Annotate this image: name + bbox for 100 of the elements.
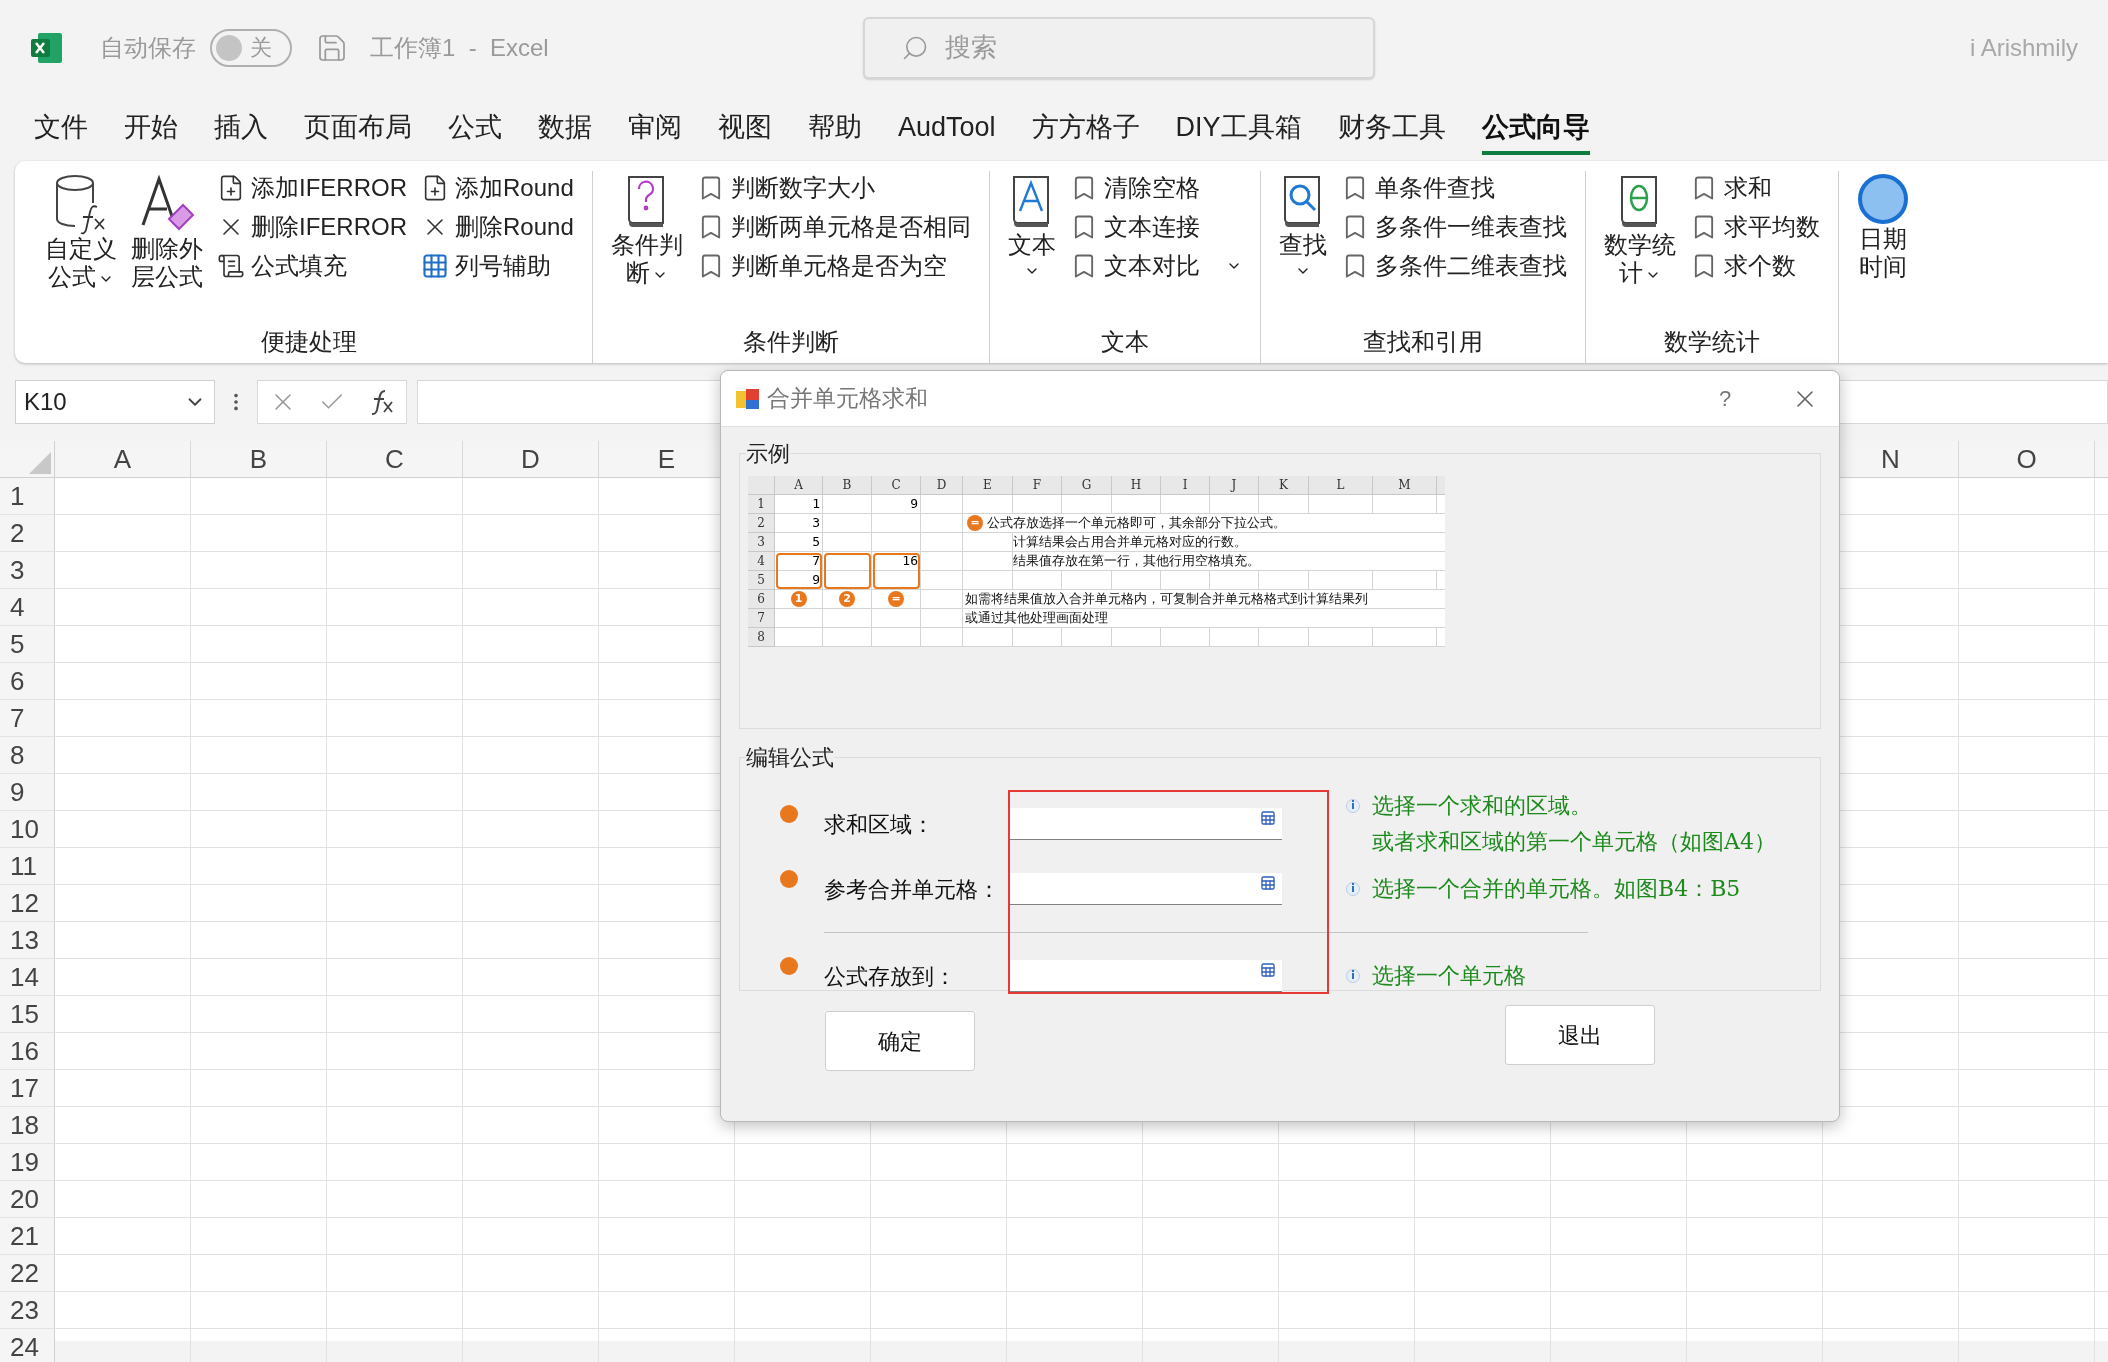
row-header[interactable]: 2: [0, 515, 55, 551]
row-header[interactable]: 1: [0, 478, 55, 514]
grid-cell: [963, 571, 1013, 590]
ribbon-button[interactable]: 文本连接: [1069, 212, 1242, 241]
menu-tab[interactable]: 公式向导: [1481, 107, 1590, 155]
ribbon-large-button[interactable]: 日期 时间: [1856, 171, 1909, 363]
ribbon-button[interactable]: 求平均数: [1689, 212, 1820, 241]
ribbon-button[interactable]: 删除IFERROR: [217, 212, 407, 241]
row-header[interactable]: 23: [0, 1292, 55, 1328]
row-header[interactable]: 22: [0, 1255, 55, 1291]
ribbon-large-button[interactable]: 文本: [1007, 171, 1056, 327]
menu-tab[interactable]: AudTool: [898, 107, 996, 155]
row-header[interactable]: 9: [0, 774, 55, 810]
grid-cell: [1062, 495, 1112, 514]
input-field[interactable]: [1010, 808, 1282, 840]
row-header[interactable]: 18: [0, 1107, 55, 1143]
menu-tab[interactable]: DIY工具箱: [1175, 107, 1302, 155]
row-header[interactable]: 7: [0, 700, 55, 736]
ribbon-large-button[interactable]: 条件判 断: [610, 171, 683, 327]
row-header[interactable]: 21: [0, 1218, 55, 1254]
row-header[interactable]: 15: [0, 996, 55, 1032]
row-header[interactable]: 6: [0, 663, 55, 699]
menu-tab[interactable]: 财务工具: [1337, 107, 1446, 155]
grid-cell: [963, 495, 1013, 514]
ribbon-button[interactable]: 添加IFERROR: [217, 173, 407, 202]
ribbon-button[interactable]: 文本对比: [1069, 251, 1242, 280]
column-header: K: [1259, 476, 1309, 495]
column-header: M: [1373, 476, 1437, 495]
row-header[interactable]: 8: [0, 737, 55, 773]
ribbon-button[interactable]: 多条件二维表查找: [1340, 251, 1567, 280]
menu-tab[interactable]: 审阅: [628, 107, 682, 155]
grid-cell: [1161, 495, 1210, 514]
ribbon-button[interactable]: 多条件一维表查找: [1340, 212, 1567, 241]
menu-tab[interactable]: 页面布局: [304, 107, 412, 155]
menu-tab[interactable]: 公式: [448, 107, 502, 155]
menu-tab[interactable]: 视图: [718, 107, 772, 155]
row-header[interactable]: 16: [0, 1033, 55, 1069]
ribbon-button[interactable]: 清除空格: [1069, 173, 1242, 202]
ribbon-button[interactable]: 判断两单元格是否相同: [696, 212, 971, 241]
input-field[interactable]: [1010, 873, 1282, 905]
row-header[interactable]: 19: [0, 1144, 55, 1180]
field-hint: 选择一个合并的单元格。如图B4：B5: [1372, 875, 1741, 903]
menu-tab[interactable]: 插入: [214, 107, 268, 155]
highlight-frame: [824, 553, 871, 589]
column-header[interactable]: B: [191, 441, 327, 477]
column-header: H: [1112, 476, 1161, 495]
example-note: 计算结果会占用合并单元格对应的行数。: [1013, 533, 1247, 552]
column-header: I: [1161, 476, 1210, 495]
ribbon-large-button[interactable]: 查找: [1278, 171, 1327, 327]
menu-tab[interactable]: 数据: [538, 107, 592, 155]
ribbon-button[interactable]: 公式填充: [217, 251, 407, 280]
ribbon-button[interactable]: 列号辅助: [421, 251, 574, 280]
ribbon-button[interactable]: 添加Round: [421, 173, 574, 202]
column-header[interactable]: O: [1959, 441, 2095, 477]
column-header: J: [1210, 476, 1259, 495]
row-header: 5: [748, 571, 775, 590]
name-box[interactable]: K10: [15, 380, 215, 424]
row-header[interactable]: 10: [0, 811, 55, 847]
row-header[interactable]: 11: [0, 848, 55, 884]
dialog-button[interactable]: 确定: [825, 1011, 975, 1071]
user-name: i Arishmily: [1970, 32, 2078, 63]
range-select-icon: [1260, 810, 1276, 826]
ribbon-button[interactable]: 单条件查找: [1340, 173, 1567, 202]
row-header[interactable]: 5: [0, 626, 55, 662]
row-header[interactable]: 12: [0, 885, 55, 921]
row-header: 6: [748, 590, 775, 609]
menu-tab[interactable]: 开始: [124, 107, 178, 155]
ribbon-large-button[interactable]: 删除外 层公式: [131, 171, 203, 327]
menu-tab[interactable]: 帮助: [808, 107, 862, 155]
grid-cell: [921, 533, 963, 552]
info-icon: [1346, 882, 1360, 896]
document-title: 工作簿1 - Excel: [370, 32, 549, 63]
dialog-button[interactable]: 退出: [1505, 1005, 1655, 1065]
ribbon-button[interactable]: 删除Round: [421, 212, 574, 241]
grid-cell: [1112, 495, 1161, 514]
row-header[interactable]: 17: [0, 1070, 55, 1106]
ribbon-button[interactable]: 求个数: [1689, 251, 1820, 280]
column-header[interactable]: D: [463, 441, 599, 477]
column-header[interactable]: A: [55, 441, 191, 477]
example-note: 结果值存放在第一行，其他行用空格填充。: [1013, 552, 1260, 571]
row-header[interactable]: 3: [0, 552, 55, 588]
column-header[interactable]: C: [327, 441, 463, 477]
row-header[interactable]: 14: [0, 959, 55, 995]
grid-cell: [921, 571, 963, 590]
ribbon-large-button[interactable]: 数学统 计: [1603, 171, 1676, 327]
info-icon: [1346, 969, 1360, 983]
row-header[interactable]: 4: [0, 589, 55, 625]
input-field[interactable]: [1010, 960, 1282, 992]
row-header[interactable]: 24: [0, 1329, 55, 1362]
column-header: C: [872, 476, 921, 495]
help-button[interactable]: ?: [1705, 382, 1745, 415]
circle-icon: [1856, 173, 1909, 225]
row-header[interactable]: 13: [0, 922, 55, 958]
ribbon-large-button[interactable]: 自定义 公式: [45, 171, 117, 327]
menu-tab[interactable]: 方方格子: [1031, 107, 1140, 155]
ribbon-button[interactable]: 判断单元格是否为空: [696, 251, 971, 280]
ribbon-button[interactable]: 求和: [1689, 173, 1820, 202]
ribbon-button[interactable]: 判断数字大小: [696, 173, 971, 202]
row-header[interactable]: 20: [0, 1181, 55, 1217]
menu-tab[interactable]: 文件: [34, 107, 88, 155]
